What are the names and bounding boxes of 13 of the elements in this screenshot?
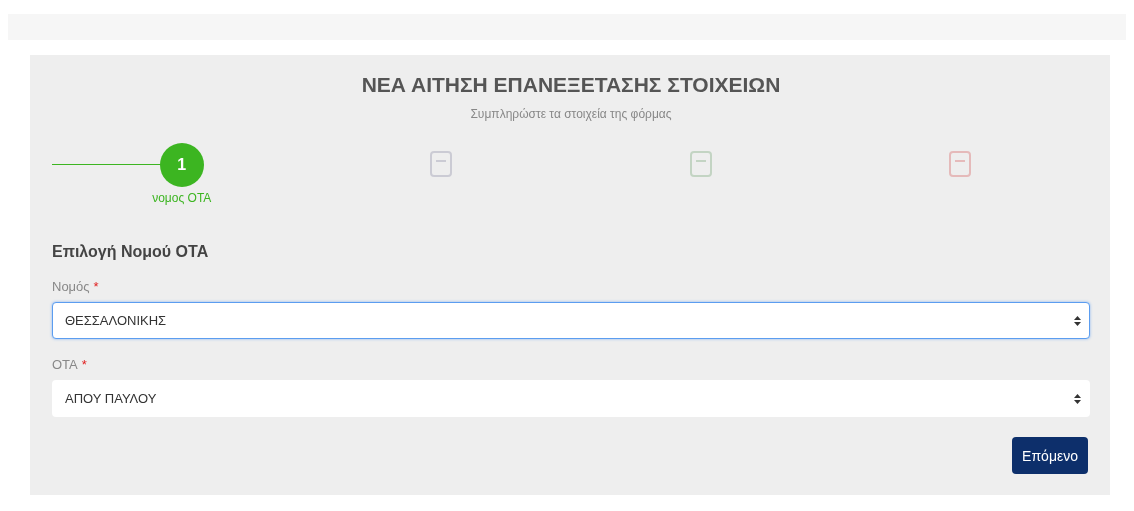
field-label: ΟΤΑ <box>52 357 78 372</box>
step-label: νομος ΟΤΑ <box>152 191 212 205</box>
select-field[interactable]: ΘΕΣΣΑΛΟΝΙΚΗΣ <box>52 302 1090 339</box>
form-title: ΝΕΑ ΑΙΤΗΣΗ ΕΠΑΝΕΞΕΤΑΣΗΣ ΣΤΟΙΧΕΙΩΝ <box>361 73 781 97</box>
required-mark: * <box>93 279 99 294</box>
field-label: Νομός <box>52 279 90 294</box>
sort-icon <box>1074 315 1081 326</box>
section-title: Επιλογή Νομού ΟΤΑ <box>52 243 210 261</box>
next-button[interactable]: Επόμενο <box>1012 437 1088 474</box>
select-field[interactable]: ΑΠΟΥ ΠΑΥΛΟΥ <box>52 380 1090 417</box>
sort-icon <box>1074 393 1081 404</box>
form-subtitle: Συμπληρώστε τα στοιχεία της φόρμας <box>470 107 672 121</box>
required-mark: * <box>81 357 87 372</box>
